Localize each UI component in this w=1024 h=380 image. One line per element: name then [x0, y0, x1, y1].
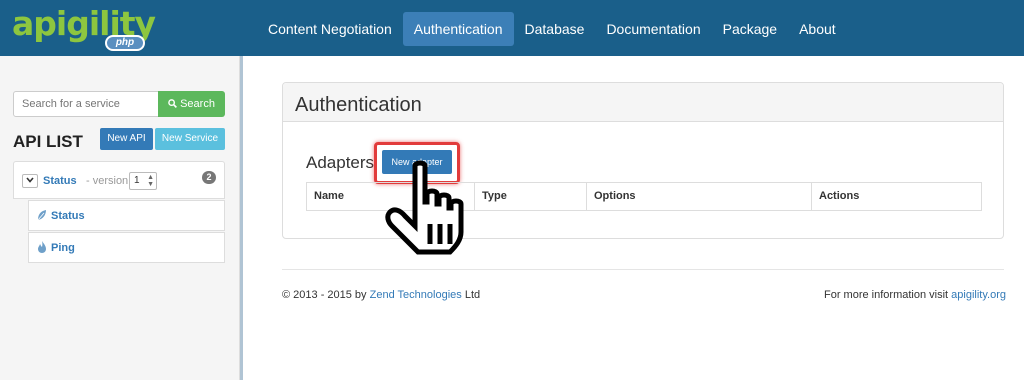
hand-pointer-icon	[385, 160, 464, 255]
apigility-logo[interactable]: apigility php	[12, 6, 157, 51]
company-link[interactable]: Zend Technologies	[370, 289, 462, 301]
sidebar-divider	[240, 56, 243, 380]
column-header-actions: Actions	[819, 190, 860, 202]
nav-about[interactable]: About	[788, 12, 847, 46]
copyright-text: © 2013 - 2015 by	[282, 289, 367, 301]
nav-package[interactable]: Package	[712, 12, 788, 46]
service-label: Ping	[51, 242, 75, 254]
sidebar: Search API LIST New API New Service Stat…	[0, 56, 240, 380]
leaf-icon	[37, 210, 46, 221]
footer-info: For more information visit apigility.org	[824, 289, 1006, 301]
nav-documentation[interactable]: Documentation	[595, 12, 711, 46]
logo-php-badge: php	[105, 35, 145, 51]
info-text: For more information visit	[824, 289, 949, 301]
service-search-input[interactable]	[13, 91, 159, 117]
service-label: Status	[51, 210, 85, 222]
adapters-title: Adapters	[306, 153, 375, 172]
nav-database[interactable]: Database	[514, 12, 596, 46]
api-name-link[interactable]: Status	[43, 175, 77, 187]
new-service-button[interactable]: New Service	[155, 128, 225, 150]
search-button[interactable]: Search	[158, 91, 225, 117]
service-count-badge: 2	[202, 171, 216, 184]
nav-content-negotiation[interactable]: Content Negotiation	[257, 12, 403, 46]
api-list-title: API LIST	[13, 132, 83, 151]
main-nav: Content Negotiation Authentication Datab…	[257, 12, 847, 46]
column-header-type: Type	[475, 183, 587, 210]
column-header-options: Options	[587, 183, 812, 210]
apigility-link[interactable]: apigility.org	[951, 289, 1006, 301]
search-button-label: Search	[180, 98, 215, 110]
new-api-button[interactable]: New API	[100, 128, 153, 150]
version-value: 1	[134, 175, 140, 186]
top-navbar: apigility php Content Negotiation Authen…	[0, 0, 1024, 56]
service-item-ping[interactable]: Ping	[28, 232, 225, 263]
version-select[interactable]: 1 ▲ ▼	[129, 172, 157, 190]
service-item-status[interactable]: Status	[28, 200, 225, 231]
api-panel-status: Status - version 1 ▲ ▼ 2	[13, 161, 225, 199]
api-version-label: - version	[86, 175, 129, 187]
copyright-suffix: Ltd	[464, 289, 481, 301]
footer-divider	[282, 269, 1004, 270]
chevron-down-icon[interactable]	[22, 174, 38, 188]
page-title: Authentication	[295, 94, 422, 116]
search-icon	[168, 99, 177, 108]
nav-authentication[interactable]: Authentication	[402, 12, 514, 46]
panel-heading: Authentication	[283, 83, 1003, 122]
footer-copyright: © 2013 - 2015 by Zend Technologies Ltd	[282, 289, 480, 301]
fire-icon	[38, 241, 46, 253]
stepper-arrows-icon: ▲ ▼	[147, 174, 154, 188]
